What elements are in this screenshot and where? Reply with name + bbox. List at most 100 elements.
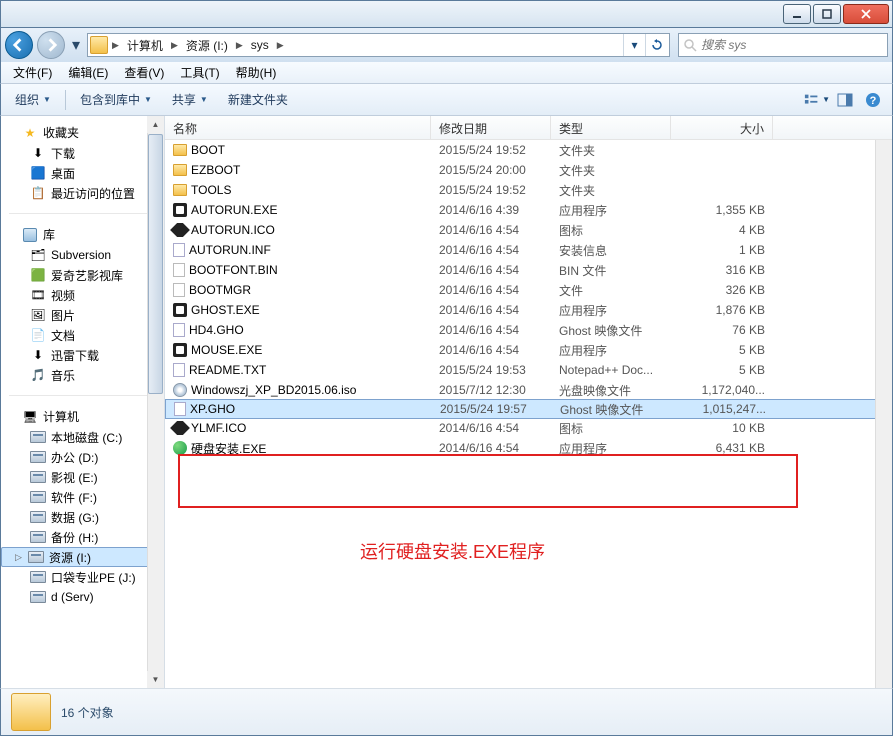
nav-library-item[interactable]: 🟩爱奇艺影视库 (1, 265, 164, 285)
favorites-group[interactable]: ★收藏夹 (1, 122, 164, 143)
chevron-right-icon[interactable]: ▶ (234, 40, 245, 51)
file-row[interactable]: BOOTMGR2014/6/16 4:54文件326 KB (165, 280, 892, 300)
file-row[interactable]: GHOST.EXE2014/6/16 4:54应用程序1,876 KB (165, 300, 892, 320)
column-name[interactable]: 名称 (165, 116, 431, 139)
drive-icon (27, 549, 45, 565)
file-row[interactable]: Windowszj_XP_BD2015.06.iso2015/7/12 12:3… (165, 380, 892, 400)
menu-edit[interactable]: 编辑(E) (60, 62, 116, 83)
scroll-down-button[interactable]: ▼ (147, 671, 164, 688)
nav-favorite-item[interactable]: 📋最近访问的位置 (1, 183, 164, 203)
breadcrumb-folder[interactable]: sys (245, 34, 275, 56)
menu-view[interactable]: 查看(V) (116, 62, 172, 83)
preview-pane-button[interactable] (832, 89, 858, 111)
nav-drive-item[interactable]: 软件 (F:) (1, 487, 164, 507)
breadcrumb-drive[interactable]: 资源 (I:) (180, 34, 234, 56)
computer-group[interactable]: 🖥计算机 (1, 406, 164, 427)
sidebar-scrollbar[interactable]: ▲ ▼ (147, 116, 164, 688)
column-headers: 名称 修改日期 类型 大小 (165, 116, 892, 140)
refresh-button[interactable] (645, 34, 667, 56)
breadcrumb-computer[interactable]: 计算机 (121, 34, 169, 56)
file-row[interactable]: BOOTFONT.BIN2014/6/16 4:54BIN 文件316 KB (165, 260, 892, 280)
file-row[interactable]: XP.GHO2015/5/24 19:57Ghost 映像文件1,015,247… (165, 399, 892, 419)
lib-icon: 🎵 (29, 367, 47, 383)
file-icon (173, 363, 185, 377)
forward-button[interactable] (37, 31, 65, 59)
nav-favorite-item[interactable]: ⬇下载 (1, 143, 164, 163)
file-row[interactable]: YLMF.ICO2014/6/16 4:54图标10 KB (165, 418, 892, 438)
column-type[interactable]: 类型 (551, 116, 671, 139)
menu-help[interactable]: 帮助(H) (228, 62, 285, 83)
view-options-button[interactable]: ▼ (804, 89, 830, 111)
file-icon (173, 323, 185, 337)
file-row[interactable]: AUTORUN.ICO2014/6/16 4:54图标4 KB (165, 220, 892, 240)
nav-library-item[interactable]: 📄文档 (1, 325, 164, 345)
navigation-bar: ▾ ▶ 计算机 ▶ 资源 (I:) ▶ sys ▶ ▾ (0, 28, 893, 62)
nav-favorite-item[interactable]: 🟦桌面 (1, 163, 164, 183)
minimize-button[interactable] (783, 4, 811, 24)
nav-drive-item[interactable]: ▷资源 (I:) (1, 547, 164, 567)
menu-tools[interactable]: 工具(T) (172, 62, 227, 83)
nav-library-item[interactable]: 🗂Subversion (1, 245, 164, 265)
file-row[interactable]: 硬盘安装.EXE2014/6/16 4:54应用程序6,431 KB (165, 438, 892, 458)
maximize-button[interactable] (813, 4, 841, 24)
chevron-down-icon: ▼ (200, 95, 208, 104)
file-icon (173, 243, 185, 257)
column-date[interactable]: 修改日期 (431, 116, 551, 139)
status-bar: 16 个对象 (0, 688, 893, 736)
scroll-up-button[interactable]: ▲ (147, 116, 164, 133)
nav-library-item[interactable]: 🎵音乐 (1, 365, 164, 385)
file-row[interactable]: AUTORUN.EXE2014/6/16 4:39应用程序1,355 KB (165, 200, 892, 220)
nav-drive-item[interactable]: 口袋专业PE (J:) (1, 567, 164, 587)
scroll-thumb[interactable] (148, 134, 163, 394)
column-size[interactable]: 大小 (671, 116, 773, 139)
file-icon (170, 223, 190, 237)
nav-drive-item[interactable]: 办公 (D:) (1, 447, 164, 467)
chevron-down-icon: ▼ (43, 95, 51, 104)
search-box[interactable] (678, 33, 888, 57)
help-button[interactable]: ? (860, 89, 886, 111)
computer-icon: 🖥 (21, 409, 39, 425)
nav-library-item[interactable]: 🖼图片 (1, 305, 164, 325)
svg-text:?: ? (870, 95, 877, 107)
folder-icon (11, 693, 51, 731)
share-button[interactable]: 共享▼ (164, 87, 216, 112)
organize-button[interactable]: 组织▼ (7, 87, 59, 112)
history-dropdown[interactable]: ▾ (69, 35, 83, 55)
close-button[interactable] (843, 4, 889, 24)
file-row[interactable]: AUTORUN.INF2014/6/16 4:54安装信息1 KB (165, 240, 892, 260)
file-row[interactable]: BOOT2015/5/24 19:52文件夹 (165, 140, 892, 160)
address-dropdown[interactable]: ▾ (623, 34, 645, 56)
fav-icon: ⬇ (29, 145, 47, 161)
file-icon (173, 283, 185, 297)
nav-drive-item[interactable]: 影视 (E:) (1, 467, 164, 487)
file-row[interactable]: HD4.GHO2014/6/16 4:54Ghost 映像文件76 KB (165, 320, 892, 340)
nav-drive-item[interactable]: d (Serv) (1, 587, 164, 607)
file-row[interactable]: EZBOOT2015/5/24 20:00文件夹 (165, 160, 892, 180)
include-in-library-button[interactable]: 包含到库中▼ (72, 87, 160, 112)
nav-drive-item[interactable]: 本地磁盘 (C:) (1, 427, 164, 447)
address-bar[interactable]: ▶ 计算机 ▶ 资源 (I:) ▶ sys ▶ ▾ (87, 33, 670, 57)
chevron-right-icon[interactable]: ▶ (110, 40, 121, 51)
toolbar: 组织▼ 包含到库中▼ 共享▼ 新建文件夹 ▼ ? (0, 84, 893, 116)
chevron-right-icon[interactable]: ▶ (275, 40, 286, 51)
back-button[interactable] (5, 31, 33, 59)
nav-library-item[interactable]: ⬇迅雷下载 (1, 345, 164, 365)
menu-file[interactable]: 文件(F) (5, 62, 60, 83)
nav-drive-item[interactable]: 数据 (G:) (1, 507, 164, 527)
libraries-group[interactable]: 库 (1, 224, 164, 245)
search-input[interactable] (701, 38, 883, 52)
titlebar-drag[interactable] (3, 1, 782, 27)
file-row[interactable]: README.TXT2015/5/24 19:53Notepad++ Doc..… (165, 360, 892, 380)
filelist-scrollbar[interactable] (875, 140, 892, 688)
fav-icon: 📋 (29, 185, 47, 201)
nav-library-item[interactable]: 🎞视频 (1, 285, 164, 305)
new-folder-button[interactable]: 新建文件夹 (220, 87, 296, 112)
chevron-right-icon[interactable]: ▶ (169, 40, 180, 51)
lib-icon: 🖼 (29, 307, 47, 323)
menu-bar: 文件(F) 编辑(E) 查看(V) 工具(T) 帮助(H) (0, 62, 893, 84)
library-icon (21, 227, 39, 243)
file-row[interactable]: TOOLS2015/5/24 19:52文件夹 (165, 180, 892, 200)
nav-drive-item[interactable]: 备份 (H:) (1, 527, 164, 547)
file-row[interactable]: MOUSE.EXE2014/6/16 4:54应用程序5 KB (165, 340, 892, 360)
status-count: 16 个对象 (61, 704, 114, 721)
